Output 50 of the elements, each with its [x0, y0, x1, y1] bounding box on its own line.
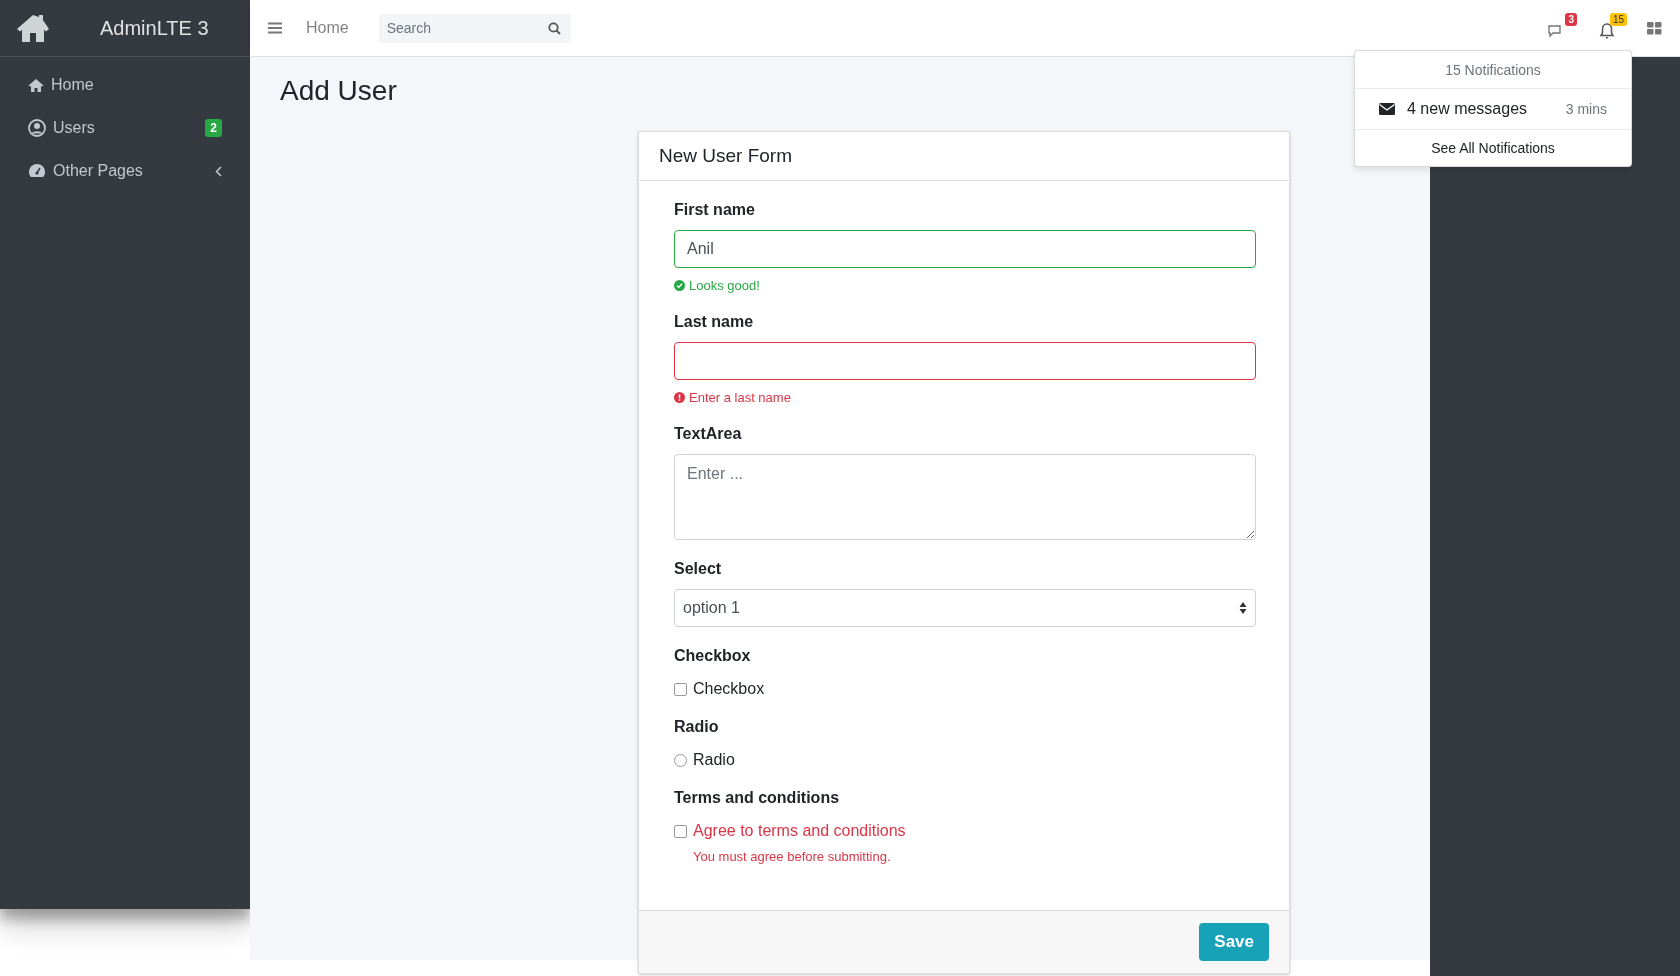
- checkbox[interactable]: [674, 824, 687, 838]
- notification-button[interactable]: 3: [1543, 13, 1577, 43]
- nav-link[interactable]: Home: [300, 19, 355, 37]
- check-circle-icon: [674, 280, 685, 291]
- sidebar-item[interactable]: Other Pages: [8, 151, 242, 191]
- envelope-icon: [1379, 103, 1395, 115]
- checkbox[interactable]: [674, 682, 687, 696]
- search-button[interactable]: [538, 13, 571, 43]
- field-label: TextArea: [674, 425, 742, 443]
- menu-icon[interactable]: [268, 22, 282, 34]
- select-dropdown[interactable]: option 1: [674, 589, 1256, 627]
- page-title: Add User: [280, 75, 398, 107]
- user-circle-icon: [28, 119, 46, 137]
- option-label: Radio: [693, 751, 735, 769]
- field-label: Select: [674, 560, 722, 578]
- exclamation-circle-icon: [674, 392, 685, 403]
- notification-button[interactable]: 15: [1595, 12, 1627, 44]
- validation-message: Enter a last name: [674, 390, 791, 405]
- field-label: Radio: [674, 718, 719, 736]
- sidebar-item[interactable]: Users 2: [8, 108, 242, 148]
- home-icon: [28, 77, 44, 93]
- input-field[interactable]: Anil: [674, 230, 1256, 268]
- chevron-left-icon: [215, 165, 222, 177]
- count-badge: 3: [1565, 13, 1577, 26]
- bell-icon: [1599, 22, 1615, 40]
- gauge-icon: [28, 163, 46, 179]
- validation-message: Looks good!: [674, 278, 760, 293]
- sidebar-item[interactable]: Home: [8, 65, 242, 105]
- dropdown-header: 15 Notifications: [1355, 51, 1631, 89]
- input-field[interactable]: [674, 342, 1256, 380]
- text-area[interactable]: Enter ...: [674, 454, 1256, 540]
- field-label: Checkbox: [674, 647, 751, 665]
- option-label: Agree to terms and conditions: [693, 822, 906, 840]
- house-logo-icon: [16, 13, 50, 43]
- search-icon: [548, 21, 562, 35]
- field-label: Terms and conditions: [674, 789, 840, 807]
- card-title: New User Form: [659, 145, 792, 167]
- grid-icon[interactable]: [1647, 21, 1662, 35]
- notification-item[interactable]: 4 new messages 3 mins: [1355, 89, 1631, 130]
- see-all-link[interactable]: See All Notifications: [1355, 130, 1631, 166]
- option-label: Checkbox: [693, 680, 765, 698]
- count-badge: 2: [205, 119, 222, 137]
- validation-message: You must agree before submitting.: [693, 849, 891, 864]
- sort-arrows-icon: [1239, 601, 1247, 615]
- count-badge: 15: [1609, 12, 1627, 26]
- field-label: First name: [674, 201, 755, 219]
- brand-title: AdminLTE 3: [100, 16, 209, 40]
- radio-button[interactable]: [674, 753, 687, 767]
- field-label: Last name: [674, 313, 754, 331]
- search-field[interactable]: Search: [378, 13, 539, 43]
